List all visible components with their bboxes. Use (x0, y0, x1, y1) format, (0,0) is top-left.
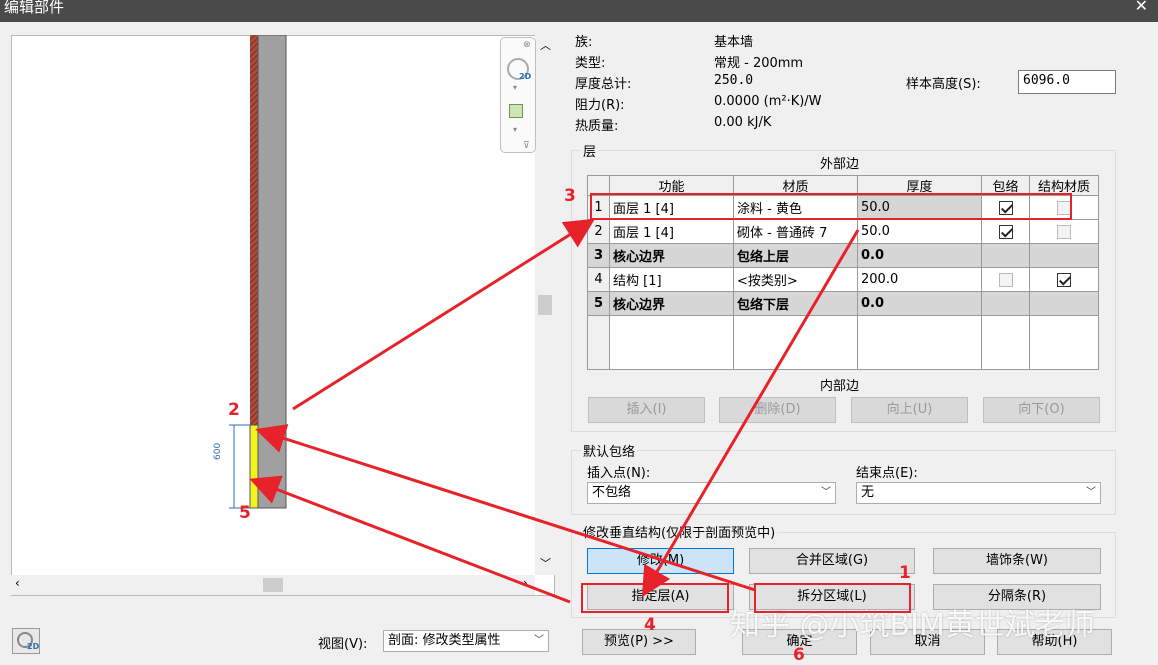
annotation-arrows (249, 218, 860, 604)
annotation-4: 4 (644, 615, 656, 635)
annotation-3: 3 (564, 186, 576, 206)
annotation-2: 2 (228, 400, 240, 420)
annotation-6: 6 (793, 645, 805, 665)
annotation-5: 5 (239, 503, 251, 523)
annotation-1: 1 (899, 563, 911, 583)
